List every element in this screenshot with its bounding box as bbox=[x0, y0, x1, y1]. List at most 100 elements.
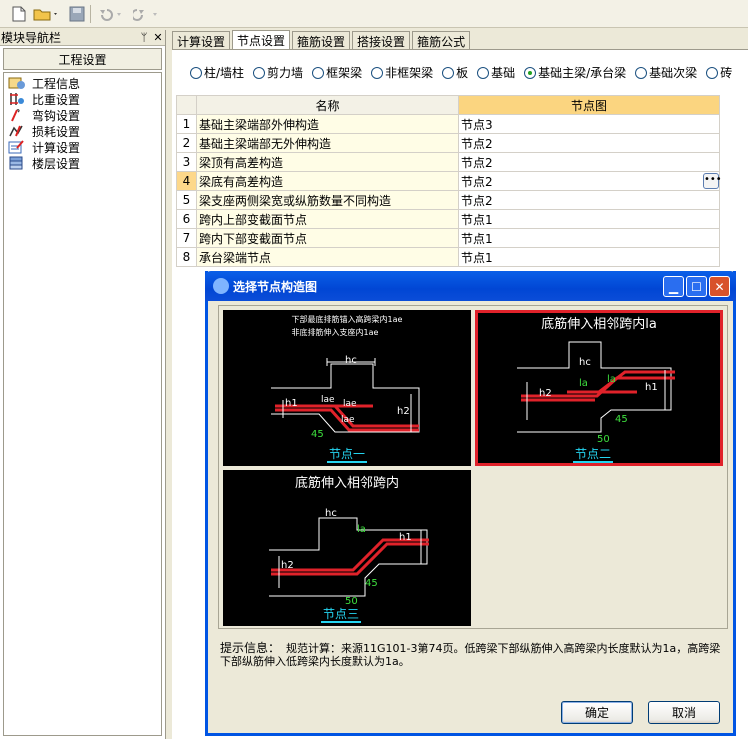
density-icon bbox=[8, 92, 26, 106]
nav-item-floor[interactable]: 楼层设置 bbox=[4, 155, 161, 171]
thumb-label: 45 bbox=[311, 429, 324, 440]
nav-item-loss[interactable]: 损耗设置 bbox=[4, 123, 161, 139]
nav-item-hook[interactable]: 弯钩设置 bbox=[4, 107, 161, 123]
thumb-label: 45 bbox=[615, 414, 628, 425]
floor-icon bbox=[8, 156, 26, 170]
thumb-heading: 底筋伸入相邻跨内la bbox=[541, 316, 657, 332]
row-node[interactable]: 节点2 bbox=[458, 152, 720, 172]
thumb-label: hc bbox=[325, 508, 337, 519]
tab-node-settings[interactable]: 节点设置 bbox=[232, 30, 291, 50]
row-name: 梁底有高差构造 bbox=[196, 171, 459, 191]
table-row[interactable]: 5 梁支座两侧梁宽或纵筋数量不同构造 节点2 bbox=[176, 190, 720, 210]
row-node[interactable]: 节点2 ••• bbox=[458, 171, 722, 191]
radio-dot bbox=[524, 66, 537, 79]
radio-label: 柱/墙柱 bbox=[204, 66, 245, 80]
radio-dot bbox=[371, 66, 384, 79]
thumb-label: la bbox=[607, 374, 616, 385]
radio-dot bbox=[706, 66, 719, 79]
thumb-label: hc bbox=[579, 357, 591, 368]
radio-frame-beam[interactable]: 框架梁 bbox=[312, 64, 362, 81]
toolbar-separator bbox=[90, 5, 91, 23]
node-thumb-2[interactable]: 底筋伸入相邻跨内la hc h2 h1 la la 45 50 节点二 bbox=[475, 310, 723, 466]
radio-foundation[interactable]: 基础 bbox=[477, 64, 515, 81]
select-node-dialog: 选择节点构造图 ▁ ☐ ✕ 下部最底排筋锚入高跨梁内1ae 非底排筋伸入支座内1… bbox=[205, 271, 736, 736]
radio-label: 框架梁 bbox=[326, 66, 363, 80]
cancel-button[interactable]: 取消 bbox=[648, 701, 720, 724]
open-folder-icon[interactable] bbox=[32, 4, 60, 24]
tab-calc-settings[interactable]: 计算设置 bbox=[172, 31, 231, 50]
save-icon[interactable] bbox=[68, 4, 86, 24]
table-row[interactable]: 1 基础主梁端部外伸构造 节点3 bbox=[176, 114, 720, 134]
node-settings-table: 名称 节点图 1 基础主梁端部外伸构造 节点3 2 基础主梁端部无外伸构造 节点2 3梁… bbox=[176, 95, 722, 267]
radio-column[interactable]: 柱/墙柱 bbox=[190, 64, 244, 81]
table-row[interactable]: 3 梁顶有高差构造 节点2 bbox=[176, 152, 720, 172]
row-node[interactable]: 节点1 bbox=[458, 209, 720, 229]
radio-non-frame-beam[interactable]: 非框架梁 bbox=[371, 64, 433, 81]
navigator-section-title[interactable]: 工程设置 bbox=[3, 48, 162, 70]
minimize-icon[interactable]: ▁ bbox=[663, 276, 684, 297]
close-icon[interactable]: ✕ bbox=[151, 31, 165, 44]
dialog-app-icon bbox=[213, 278, 229, 294]
tab-lap-settings[interactable]: 搭接设置 bbox=[352, 31, 411, 50]
row-node[interactable]: 节点1 bbox=[458, 228, 720, 248]
ellipsis-button[interactable]: ••• bbox=[703, 173, 722, 189]
row-node[interactable]: 节点2 bbox=[458, 190, 720, 210]
header-name: 名称 bbox=[196, 95, 459, 115]
thumb-heading: 底筋伸入相邻跨内 bbox=[295, 475, 399, 491]
tab-stirrup-formula[interactable]: 箍筋公式 bbox=[412, 31, 471, 50]
thumb-label: h2 bbox=[397, 406, 410, 417]
table-row[interactable]: 8 承台梁端节点 节点1 bbox=[176, 247, 720, 267]
project-info-icon bbox=[8, 76, 26, 90]
row-index: 8 bbox=[176, 247, 197, 267]
tab-stirrup-settings[interactable]: 箍筋设置 bbox=[292, 31, 351, 50]
radio-brick[interactable]: 砖 bbox=[706, 64, 732, 81]
node-gallery: 下部最底排筋锚入高跨梁内1ae 非底排筋伸入支座内1ae hc h1 h2 la… bbox=[218, 305, 728, 629]
radio-label: 砖 bbox=[720, 66, 733, 80]
thumb-label: h1 bbox=[645, 382, 658, 393]
radio-slab[interactable]: 板 bbox=[442, 64, 468, 81]
row-node[interactable]: 节点1 bbox=[458, 247, 720, 267]
row-index: 4 bbox=[176, 171, 197, 191]
radio-foundation-main-beam[interactable]: 基础主梁/承台梁 bbox=[524, 64, 626, 81]
hint-info: 提示信息： 规范计算：来源11G101-3第74页。低跨梁下部纵筋伸入高跨梁内长度… bbox=[220, 642, 725, 669]
dialog-title-bar[interactable]: 选择节点构造图 ▁ ☐ ✕ bbox=[205, 271, 736, 301]
pin-icon[interactable]: ᛘ bbox=[137, 31, 151, 44]
row-index: 1 bbox=[176, 114, 197, 134]
radio-dot bbox=[477, 66, 490, 79]
radio-foundation-secondary-beam[interactable]: 基础次梁 bbox=[635, 64, 697, 81]
close-icon[interactable]: ✕ bbox=[709, 276, 730, 297]
radio-shear-wall[interactable]: 剪力墙 bbox=[253, 64, 303, 81]
nav-item-calc-settings[interactable]: 计算设置 bbox=[4, 139, 161, 155]
radio-label: 非框架梁 bbox=[385, 66, 434, 80]
maximize-icon[interactable]: ☐ bbox=[686, 276, 707, 297]
thumb-label: 50 bbox=[597, 434, 610, 445]
thumb-label: lae bbox=[341, 415, 355, 425]
new-file-icon[interactable] bbox=[10, 4, 28, 24]
row-name: 承台梁端节点 bbox=[196, 247, 459, 267]
header-index bbox=[176, 95, 197, 115]
nav-item-label: 工程信息 bbox=[32, 76, 81, 91]
row-name: 跨内上部变截面节点 bbox=[196, 209, 459, 229]
thumb-label: h2 bbox=[281, 560, 294, 571]
radio-label: 板 bbox=[456, 66, 469, 80]
row-node[interactable]: 节点3 bbox=[458, 114, 720, 134]
node-thumb-1[interactable]: 下部最底排筋锚入高跨梁内1ae 非底排筋伸入支座内1ae hc h1 h2 la… bbox=[223, 310, 471, 466]
row-name: 基础主梁端部外伸构造 bbox=[196, 114, 459, 134]
node-thumb-3[interactable]: 底筋伸入相邻跨内 hc h2 h1 la 45 50 节点三 bbox=[223, 470, 471, 626]
table-row[interactable]: 7 跨内下部变截面节点 节点1 bbox=[176, 228, 720, 248]
ok-button[interactable]: 确定 bbox=[561, 701, 633, 724]
thumb-label: lae bbox=[343, 399, 357, 409]
undo-icon[interactable] bbox=[96, 4, 126, 24]
nav-item-project-info[interactable]: 工程信息 bbox=[4, 75, 161, 91]
row-name: 梁顶有高差构造 bbox=[196, 152, 459, 172]
table-row[interactable]: 4 梁底有高差构造 节点2 ••• bbox=[176, 171, 722, 191]
header-node: 节点图 bbox=[458, 95, 720, 115]
nav-item-density[interactable]: 比重设置 bbox=[4, 91, 161, 107]
table-row[interactable]: 6 跨内上部变截面节点 节点1 bbox=[176, 209, 720, 229]
row-node[interactable]: 节点2 bbox=[458, 133, 720, 153]
loss-icon bbox=[8, 124, 26, 138]
table-row[interactable]: 2 基础主梁端部无外伸构造 节点2 bbox=[176, 133, 720, 153]
radio-label: 剪力墙 bbox=[267, 66, 304, 80]
nav-item-label: 弯钩设置 bbox=[32, 108, 81, 123]
redo-icon[interactable] bbox=[132, 4, 162, 24]
